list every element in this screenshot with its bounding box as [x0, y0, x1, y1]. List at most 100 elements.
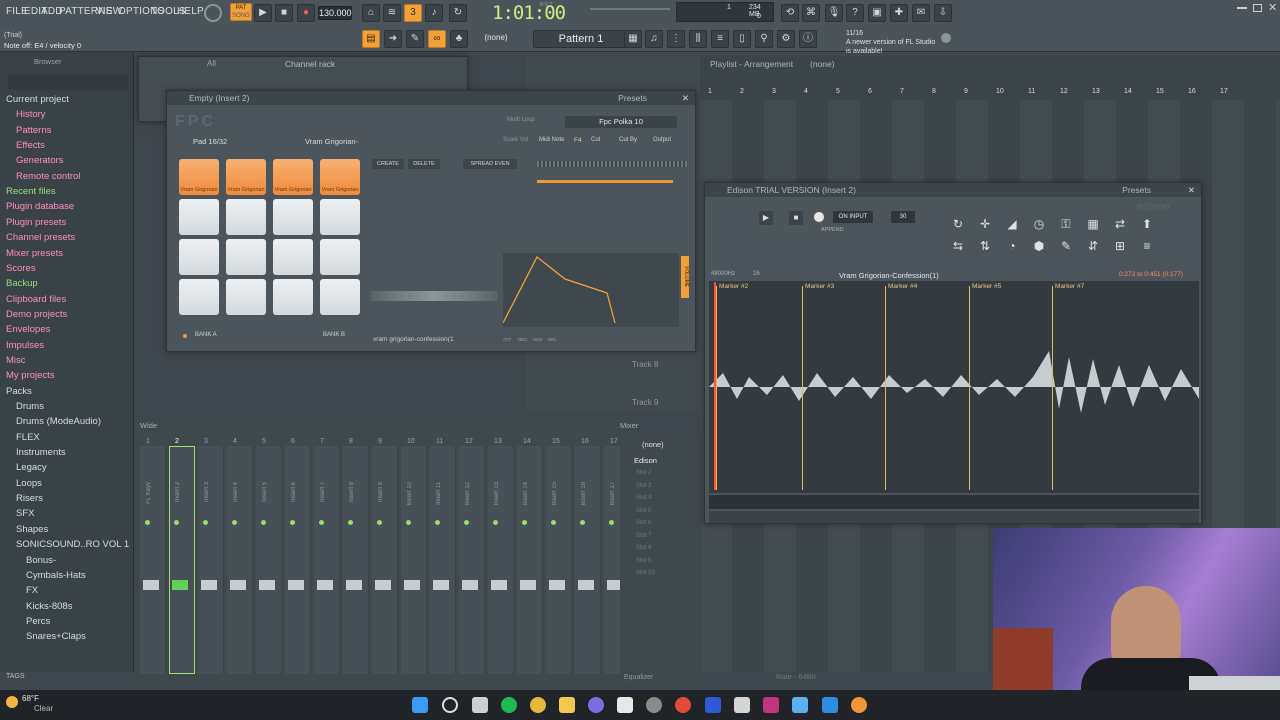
- browser-item-envelopes[interactable]: Envelopes: [6, 324, 50, 339]
- mixer-preset[interactable]: (none): [642, 440, 664, 449]
- browser-item-impulses[interactable]: Impulses: [6, 340, 44, 355]
- drum-pad[interactable]: [226, 199, 266, 235]
- close-app-icon[interactable]: ✕: [1268, 1, 1277, 14]
- mixer-strip[interactable]: [169, 446, 195, 674]
- snap-link-icon[interactable]: ∞: [428, 30, 446, 48]
- tempo-display[interactable]: 130.000: [318, 6, 352, 20]
- browser-item-risers[interactable]: Risers: [16, 493, 43, 508]
- browser-item-instruments[interactable]: Instruments: [16, 447, 66, 462]
- mixer-strip[interactable]: [401, 446, 427, 674]
- menu-help[interactable]: HELP: [177, 6, 204, 17]
- browser-item-clipboard-files[interactable]: Clipboard files: [6, 294, 66, 309]
- browser-item-flex[interactable]: FLEX: [16, 432, 40, 447]
- mixer-led-icon[interactable]: [522, 520, 527, 525]
- browser-item-misc[interactable]: Misc: [6, 355, 26, 370]
- browser-item-mixer-presets[interactable]: Mixer presets: [6, 248, 63, 263]
- stream-icon[interactable]: [792, 697, 808, 713]
- browser-item-shapes[interactable]: Shapes: [16, 524, 48, 539]
- edison-marker-label[interactable]: Marker #4: [888, 283, 917, 290]
- download-icon[interactable]: ⇩: [934, 4, 952, 22]
- browser-item-kicks-808s[interactable]: Kicks-808s: [26, 601, 72, 616]
- chrome-icon[interactable]: [530, 697, 546, 713]
- bank-a-button[interactable]: BANK A: [195, 332, 217, 338]
- track-label[interactable]: Track 8: [632, 360, 658, 369]
- midi-note-value[interactable]: F4: [574, 137, 582, 144]
- file-explorer-icon[interactable]: [559, 697, 575, 713]
- blend-notes-icon[interactable]: ♪: [425, 4, 443, 22]
- fpc-presets[interactable]: Presets: [618, 91, 647, 105]
- wait-input-icon[interactable]: ≋: [383, 4, 401, 22]
- info-icon[interactable]: ⓘ: [799, 30, 817, 48]
- mixer-strip[interactable]: [372, 446, 398, 674]
- mixer-led-icon[interactable]: [145, 520, 150, 525]
- help-icon[interactable]: ?: [846, 4, 864, 22]
- zoom-icon[interactable]: [705, 697, 721, 713]
- drum-pad[interactable]: [320, 239, 360, 275]
- browser-item-packs[interactable]: Packs: [6, 386, 32, 401]
- browser-item-scores[interactable]: Scores: [6, 263, 36, 278]
- mixer-fader[interactable]: [462, 580, 478, 590]
- edison-tool-icon[interactable]: ⬢: [1030, 239, 1048, 257]
- append-toggle[interactable]: APPEND: [821, 227, 844, 233]
- channel-rack-icon[interactable]: ⋮: [667, 30, 685, 48]
- edison-tool-icon[interactable]: ⊞: [1111, 239, 1129, 257]
- browser-item-legacy[interactable]: Legacy: [16, 462, 47, 477]
- browser-item-plugin-presets[interactable]: Plugin presets: [6, 217, 66, 232]
- browser-item-cymbals-hats[interactable]: Cymbals-Hats: [26, 570, 86, 585]
- waveform-area[interactable]: [709, 281, 1199, 493]
- start-icon[interactable]: [412, 697, 428, 713]
- envelope-graph[interactable]: [503, 253, 679, 327]
- edison-tool-icon[interactable]: ⇆: [949, 239, 967, 257]
- edison-tool-icon[interactable]: ⇵: [1084, 239, 1102, 257]
- layer-sample-name[interactable]: vram grigorian-confession(1: [373, 336, 454, 343]
- edison-tool-icon[interactable]: ◔: [1003, 239, 1021, 257]
- track-label[interactable]: Track 9: [632, 398, 658, 407]
- mixer-strip[interactable]: [198, 446, 224, 674]
- drum-pad[interactable]: [320, 279, 360, 315]
- browser-icon[interactable]: ≡: [711, 30, 729, 48]
- edison-marker-line[interactable]: [1052, 286, 1053, 490]
- edison-marker-label[interactable]: Marker #7: [1055, 283, 1084, 290]
- mixer-wide-label[interactable]: Wide: [140, 421, 157, 430]
- edison-tool-icon[interactable]: ⇅: [976, 239, 994, 257]
- obs-icon[interactable]: [646, 697, 662, 713]
- browser-item-fx[interactable]: FX: [26, 585, 38, 600]
- weather-icon[interactable]: [6, 696, 18, 708]
- browser-item-patterns[interactable]: Patterns: [16, 125, 51, 140]
- chat-icon[interactable]: ✉: [912, 4, 930, 22]
- mixer-strip[interactable]: [227, 446, 253, 674]
- next-icon[interactable]: [763, 697, 779, 713]
- mixer-fader[interactable]: [259, 580, 275, 590]
- mixer-fader[interactable]: [230, 580, 246, 590]
- mixer-fader[interactable]: [578, 580, 594, 590]
- mixer-led-icon[interactable]: [435, 520, 440, 525]
- fpc-preset-selector[interactable]: Fpc Polka 10: [565, 116, 677, 128]
- loop-record-icon[interactable]: ↻: [449, 4, 467, 22]
- weather-temp[interactable]: 68°F: [22, 694, 39, 703]
- browser-item-sfx[interactable]: SFX: [16, 508, 34, 523]
- edison-marker-label[interactable]: Marker #2: [719, 283, 748, 290]
- fpc-close-icon[interactable]: ✕: [682, 91, 689, 105]
- drum-pad[interactable]: [273, 199, 313, 235]
- edison-marker-label[interactable]: Marker #3: [805, 283, 834, 290]
- mixer-fader[interactable]: [433, 580, 449, 590]
- browser-item-effects[interactable]: Effects: [16, 140, 45, 155]
- channel-rack-filter[interactable]: All: [207, 59, 216, 68]
- stamp-icon[interactable]: ♣: [450, 30, 468, 48]
- mixer-slot[interactable]: Slot 6: [636, 520, 651, 526]
- browser-item-history[interactable]: History: [16, 109, 46, 124]
- browser-item-plugin-database[interactable]: Plugin database: [6, 201, 74, 216]
- edison-stop-icon[interactable]: ■: [789, 211, 803, 225]
- browser-item-percs[interactable]: Percs: [26, 616, 50, 631]
- online-icon[interactable]: [941, 33, 951, 43]
- mixer-strip[interactable]: [285, 446, 311, 674]
- browser-item-sonicsound-ro-vol-1[interactable]: SONICSOUND..RO VOL 1: [16, 539, 129, 554]
- mixer-slot[interactable]: Slot 8: [636, 545, 651, 551]
- pat-song-toggle[interactable]: PAT SONG: [230, 3, 252, 21]
- pen-icon[interactable]: [734, 697, 750, 713]
- loop-time-field[interactable]: 30: [891, 211, 915, 223]
- mixer-strip[interactable]: [459, 446, 485, 674]
- edison-tool-icon[interactable]: ◷: [1030, 217, 1048, 235]
- arrow-icon[interactable]: [822, 697, 838, 713]
- save-icon[interactable]: ▣: [868, 4, 886, 22]
